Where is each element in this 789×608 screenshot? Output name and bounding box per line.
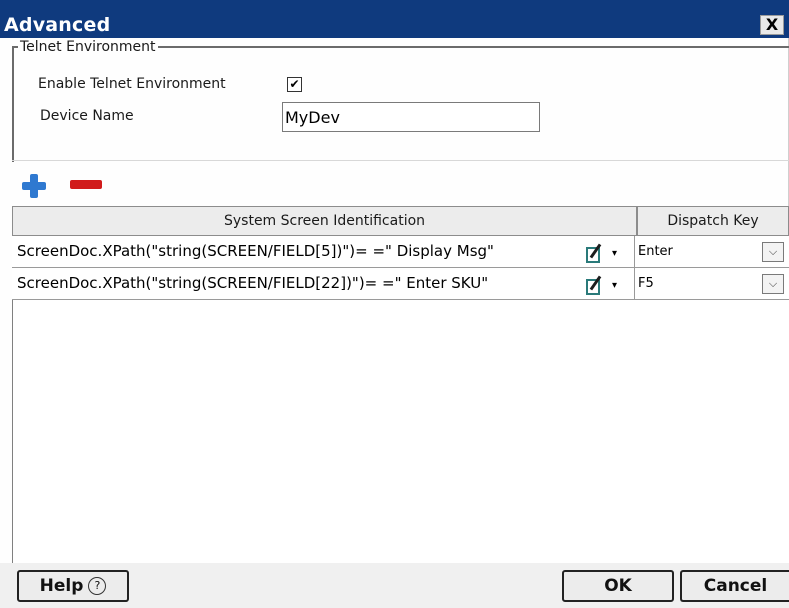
dispatch-key-dropdown-button[interactable]: ⌵ <box>762 242 784 262</box>
cancel-button[interactable]: Cancel <box>680 570 789 602</box>
remove-row-button[interactable] <box>70 180 102 189</box>
add-row-button[interactable] <box>22 174 46 198</box>
help-icon: ? <box>88 577 107 595</box>
column-header-dispatch-key[interactable]: Dispatch Key <box>637 206 789 236</box>
close-button[interactable]: X <box>760 15 784 35</box>
dispatch-key-value[interactable]: F5 <box>638 276 654 291</box>
window-title: Advanced <box>4 14 111 36</box>
dispatch-key-dropdown-button[interactable]: ⌵ <box>762 274 784 294</box>
enable-telnet-checkbox[interactable]: ✔ <box>287 77 302 92</box>
telnet-environment-legend: Telnet Environment <box>18 39 158 55</box>
column-header-screen-identification[interactable]: System Screen Identification <box>12 206 637 236</box>
enable-telnet-label: Enable Telnet Environment <box>38 76 226 92</box>
edit-menu-caret-icon[interactable]: ▾ <box>612 280 617 291</box>
group-divider <box>12 160 789 161</box>
edit-expression-icon[interactable] <box>584 243 606 263</box>
dispatch-key-value[interactable]: Enter <box>638 244 673 259</box>
advanced-dialog: Advanced X Telnet Environment Enable Tel… <box>0 0 789 608</box>
title-bar: Advanced X <box>0 0 789 38</box>
device-name-field[interactable]: MyDev <box>282 102 540 132</box>
edit-expression-icon[interactable] <box>584 275 606 295</box>
help-button[interactable]: Help? <box>17 570 129 602</box>
column-separator <box>634 268 635 300</box>
device-name-label: Device Name <box>40 108 134 124</box>
table-row[interactable]: ScreenDoc.XPath("string(SCREEN/FIELD[5])… <box>12 236 789 268</box>
help-button-label: Help <box>39 576 84 596</box>
edit-menu-caret-icon[interactable]: ▾ <box>612 248 617 259</box>
screen-identification-cell[interactable]: ScreenDoc.XPath("string(SCREEN/FIELD[5])… <box>17 242 494 260</box>
column-separator <box>634 236 635 268</box>
ok-button[interactable]: OK <box>562 570 674 602</box>
table-row[interactable]: ScreenDoc.XPath("string(SCREEN/FIELD[22]… <box>12 268 789 300</box>
screen-identification-cell[interactable]: ScreenDoc.XPath("string(SCREEN/FIELD[22]… <box>17 274 488 292</box>
